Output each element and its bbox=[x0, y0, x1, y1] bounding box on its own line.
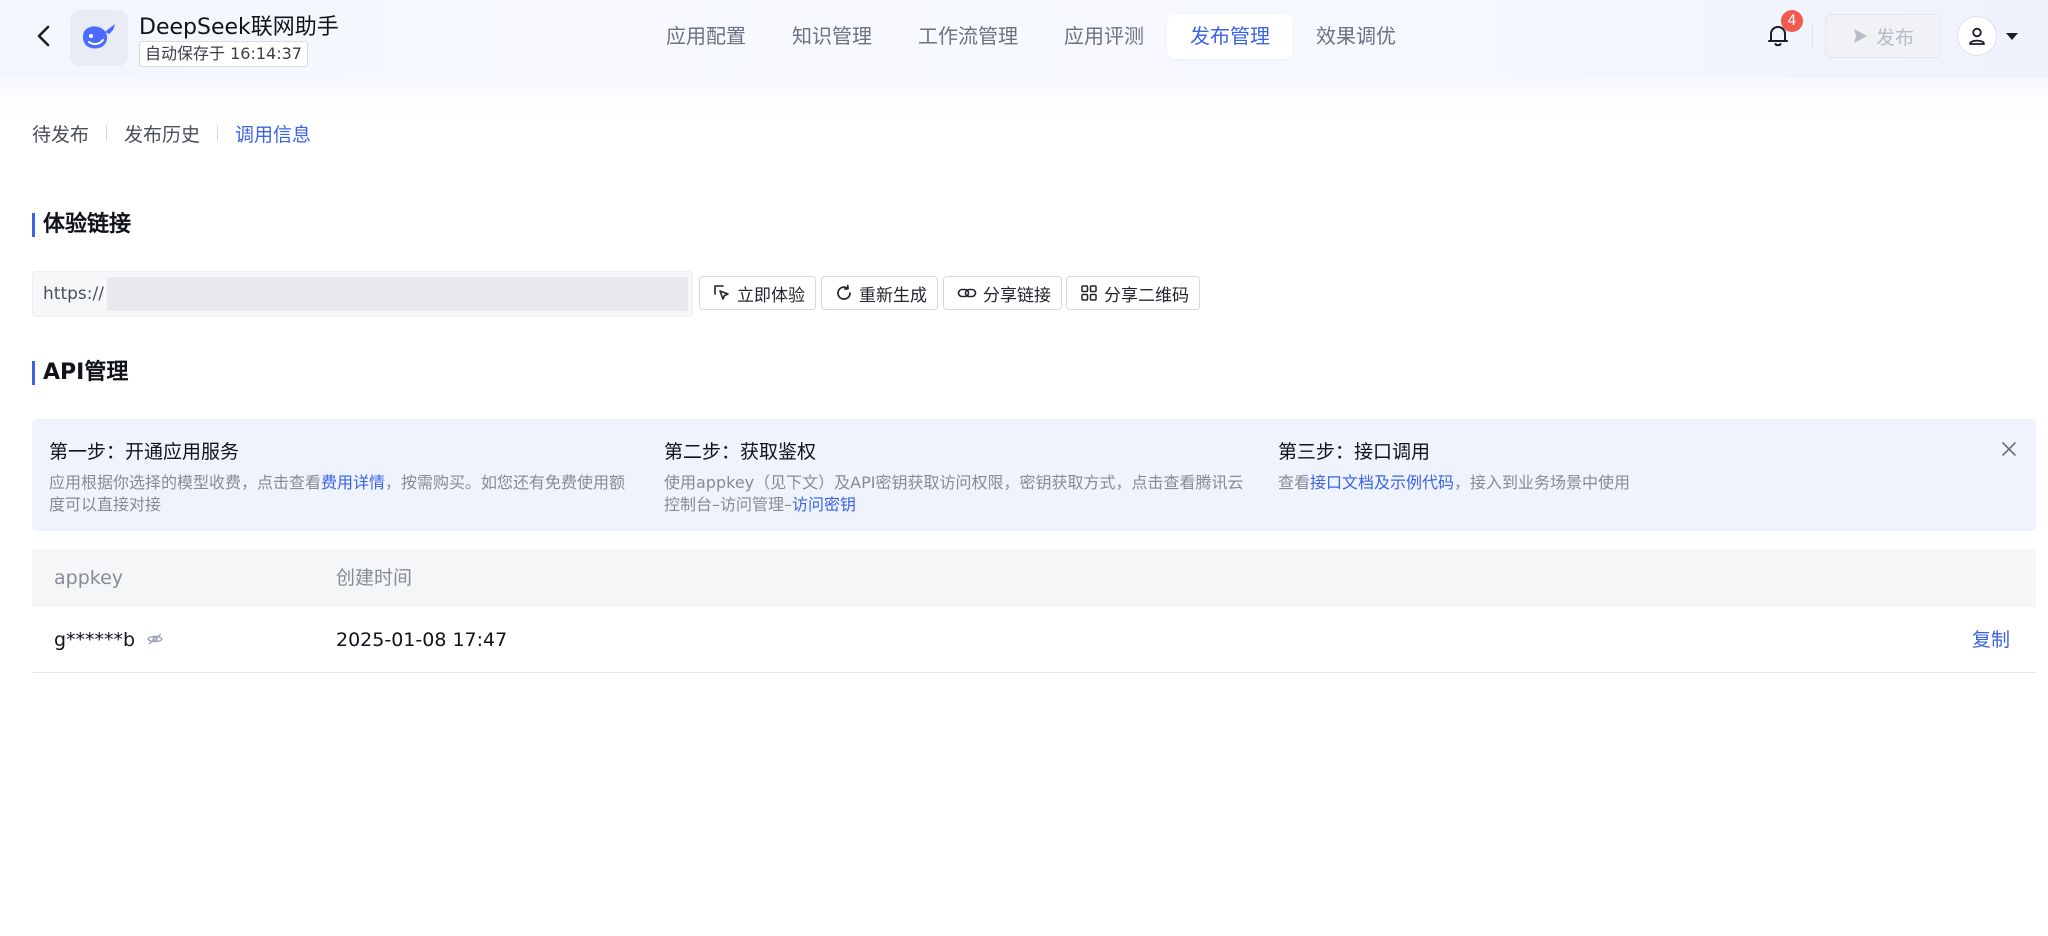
user-icon bbox=[1969, 27, 1985, 45]
sub-tabs: 待发布 发布历史 调用信息 bbox=[32, 120, 311, 146]
step-three: 第三步：接口调用 查看接口文档及示例代码，接入到业务场景中使用 bbox=[1278, 437, 1868, 494]
avatar bbox=[1957, 16, 1997, 56]
api-section-title: API管理 bbox=[32, 361, 128, 385]
publish-button[interactable]: 发布 bbox=[1825, 14, 1941, 58]
step-one-desc: 应用根据你选择的模型收费，点击查看费用详情，按需购买。如您还有免费使用额度可以直… bbox=[49, 472, 639, 516]
caret-down-icon bbox=[2006, 33, 2018, 40]
back-button[interactable] bbox=[30, 22, 58, 50]
step-two-text: 使用appkey（见下文）及API密钥获取访问权限，密钥获取方式，点击查看腾讯云… bbox=[664, 473, 1244, 514]
table-row: g******b 2025-01-08 17:47 复制 bbox=[32, 607, 2036, 673]
api-docs-link[interactable]: 接口文档及示例代码 bbox=[1310, 473, 1454, 492]
close-panel-button[interactable] bbox=[1997, 437, 2021, 461]
user-menu[interactable] bbox=[1957, 15, 2019, 57]
tab-workflow[interactable]: 工作流管理 bbox=[895, 14, 1041, 59]
column-created-time: 创建时间 bbox=[336, 567, 413, 589]
step-two: 第二步：获取鉴权 使用appkey（见下文）及API密钥获取访问权限，密钥获取方… bbox=[664, 437, 1254, 516]
step-three-title: 第三步：接口调用 bbox=[1278, 441, 1431, 463]
send-icon bbox=[1853, 29, 1867, 43]
main-tabs: 应用配置 知识管理 工作流管理 应用评测 发布管理 效果调优 bbox=[643, 14, 1419, 59]
appkey-value: g******b bbox=[54, 629, 136, 651]
tab-app-config[interactable]: 应用配置 bbox=[643, 14, 769, 59]
try-now-button[interactable]: 立即体验 bbox=[699, 276, 816, 310]
try-now-label: 立即体验 bbox=[737, 285, 805, 306]
regenerate-button[interactable]: 重新生成 bbox=[821, 276, 938, 310]
share-link-button[interactable]: 分享链接 bbox=[943, 276, 1062, 310]
pricing-details-link[interactable]: 费用详情 bbox=[321, 473, 385, 492]
access-key-link[interactable]: 访问密钥 bbox=[792, 495, 856, 514]
step-three-text: 查看 bbox=[1278, 473, 1311, 492]
notification-badge: 4 bbox=[1781, 10, 1803, 32]
cursor-click-icon bbox=[714, 285, 729, 300]
copy-button[interactable]: 复制 bbox=[1972, 607, 2010, 673]
regenerate-label: 重新生成 bbox=[859, 285, 927, 306]
whale-logo-icon bbox=[83, 24, 115, 49]
table-header: appkey 创建时间 bbox=[32, 549, 2036, 607]
step-two-title: 第二步：获取鉴权 bbox=[664, 441, 817, 463]
link-icon bbox=[957, 288, 977, 298]
step-two-desc: 使用appkey（见下文）及API密钥获取访问权限，密钥获取方式，点击查看腾讯云… bbox=[664, 472, 1254, 516]
tab-evaluation[interactable]: 应用评测 bbox=[1041, 14, 1167, 59]
chevron-left-icon bbox=[37, 25, 50, 47]
eye-off-icon[interactable] bbox=[147, 633, 163, 645]
header-gradient bbox=[0, 78, 2048, 118]
publish-button-label: 发布 bbox=[1875, 26, 1914, 49]
column-appkey: appkey bbox=[54, 567, 124, 589]
api-steps-panel: 第一步：开通应用服务 应用根据你选择的模型收费，点击查看费用详情，按需购买。如您… bbox=[32, 419, 2036, 531]
link-redacted bbox=[106, 277, 688, 311]
refresh-icon bbox=[837, 284, 851, 300]
step-three-desc: 查看接口文档及示例代码，接入到业务场景中使用 bbox=[1278, 472, 1868, 494]
experience-link-field[interactable]: https:// bbox=[32, 271, 693, 317]
app-title: DeepSeek联网助手 bbox=[139, 15, 339, 40]
subtab-history[interactable]: 发布历史 bbox=[124, 120, 200, 147]
autosave-status: 自动保存于 16:14:37 bbox=[139, 41, 308, 67]
experience-section-title: 体验链接 bbox=[32, 213, 131, 237]
link-prefix: https:// bbox=[43, 284, 104, 304]
share-qr-label: 分享二维码 bbox=[1104, 285, 1189, 306]
step-three-text-tail: ，接入到业务场景中使用 bbox=[1454, 473, 1631, 492]
share-link-label: 分享链接 bbox=[983, 285, 1051, 306]
subtab-call-info[interactable]: 调用信息 bbox=[235, 120, 311, 147]
subtab-divider bbox=[106, 125, 108, 141]
tab-publish-management[interactable]: 发布管理 bbox=[1167, 14, 1293, 59]
qr-code-icon bbox=[1081, 285, 1097, 301]
tab-tuning[interactable]: 效果调优 bbox=[1293, 14, 1419, 59]
step-one: 第一步：开通应用服务 应用根据你选择的模型收费，点击查看费用详情，按需购买。如您… bbox=[49, 437, 639, 516]
step-one-text: 应用根据你选择的模型收费，点击查看 bbox=[49, 473, 322, 492]
header-divider bbox=[1812, 22, 1813, 50]
appkey-cell: g******b bbox=[54, 607, 163, 673]
close-icon bbox=[2002, 442, 2016, 456]
app-logo bbox=[70, 10, 128, 66]
share-qr-button[interactable]: 分享二维码 bbox=[1066, 276, 1200, 310]
step-one-title: 第一步：开通应用服务 bbox=[49, 441, 240, 463]
subtab-divider bbox=[217, 125, 219, 141]
tab-knowledge[interactable]: 知识管理 bbox=[769, 14, 895, 59]
subtab-pending[interactable]: 待发布 bbox=[32, 120, 89, 147]
created-time-cell: 2025-01-08 17:47 bbox=[336, 629, 508, 651]
appkey-table: appkey 创建时间 g******b 2025-01-08 17:47 复制 bbox=[32, 549, 2036, 673]
